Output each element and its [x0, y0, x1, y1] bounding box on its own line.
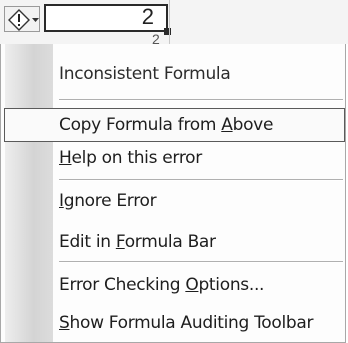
warning-icon	[8, 9, 30, 31]
cell-strip: 2 2	[0, 0, 348, 46]
menu-item-error-checking-options[interactable]: Error Checking Options...	[59, 270, 345, 300]
menu-item-copy-formula-from-above[interactable]: Copy Formula from Above	[59, 110, 345, 140]
gridline	[169, 0, 170, 44]
error-context-menu: Inconsistent Formula Copy Formula from A…	[0, 44, 346, 343]
menu-separator	[59, 261, 343, 263]
menu-separator	[59, 99, 343, 101]
cell-value: 2	[141, 4, 154, 29]
menu-header-inconsistent-formula: Inconsistent Formula	[59, 64, 231, 84]
menu-item-help-on-this-error[interactable]: Help on this error	[59, 143, 345, 173]
menu-item-ignore-error[interactable]: Ignore Error	[59, 186, 345, 216]
error-smart-tag-button[interactable]	[4, 6, 40, 32]
active-cell[interactable]: 2	[44, 4, 168, 32]
menu-item-edit-in-formula-bar[interactable]: Edit in Formula Bar	[59, 227, 345, 257]
menu-item-show-formula-auditing-toolbar[interactable]: Show Formula Auditing Toolbar	[59, 308, 345, 338]
menu-icon-gutter	[5, 44, 53, 342]
dropdown-arrow-icon	[32, 18, 39, 22]
menu-separator	[59, 179, 343, 181]
